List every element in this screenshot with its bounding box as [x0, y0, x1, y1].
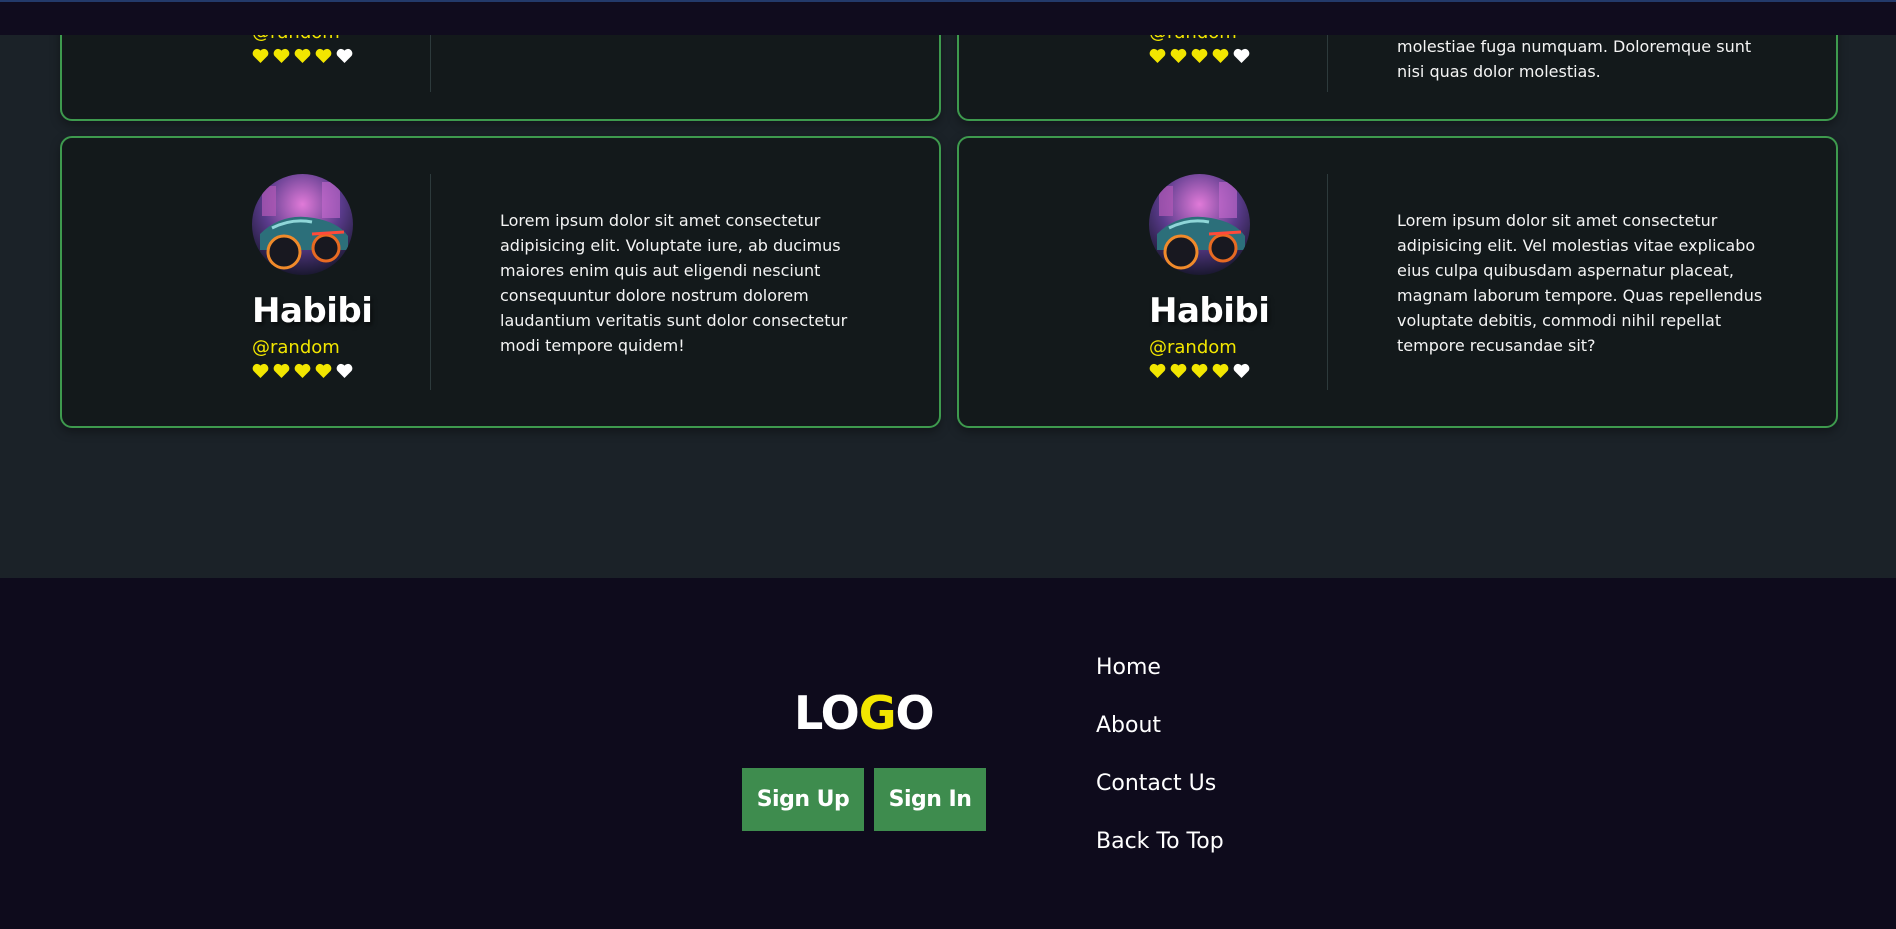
- heart-icon: [252, 363, 269, 378]
- header-bar: [0, 0, 1896, 35]
- footer-nav: Home About Contact Us Back To Top: [1096, 654, 1224, 886]
- heart-icon: [252, 48, 269, 63]
- testimonial-quote: Lorem ipsum dolor sit amet consectetur a…: [1397, 211, 1763, 355]
- rating-hearts: [252, 363, 382, 380]
- heart-icon: [273, 363, 290, 378]
- page: @random @random molestiae fuga numquam. …: [0, 0, 1896, 929]
- heart-icon: [1212, 363, 1229, 378]
- rating-hearts: [1149, 363, 1279, 380]
- heart-icon: [294, 363, 311, 378]
- footer-link-contact-us[interactable]: Contact Us: [1096, 770, 1224, 798]
- avatar: [1149, 174, 1250, 275]
- user-handle: @random: [252, 337, 340, 358]
- heart-icon: [315, 48, 332, 63]
- card-divider: [430, 174, 431, 390]
- heart-icon: [336, 363, 353, 378]
- logo-text-start: LO: [794, 686, 860, 740]
- heart-icon: [294, 48, 311, 63]
- user-name: Habibi: [252, 291, 373, 331]
- heart-icon: [1149, 48, 1166, 63]
- sign-up-button[interactable]: Sign Up: [742, 768, 864, 831]
- footer-logo[interactable]: LOGO: [794, 686, 935, 740]
- heart-icon: [273, 48, 290, 63]
- heart-icon: [1170, 48, 1187, 63]
- footer: LOGO Sign Up Sign In Home About Contact …: [0, 578, 1896, 929]
- footer-link-back-to-top[interactable]: Back To Top: [1096, 828, 1224, 856]
- user-name: Habibi: [1149, 291, 1270, 331]
- heart-icon: [1233, 363, 1250, 378]
- card-divider: [1327, 174, 1328, 390]
- testimonial-profile: Habibi @random: [252, 174, 382, 380]
- heart-icon: [1170, 363, 1187, 378]
- logo-text-end: O: [895, 686, 935, 740]
- heart-icon: [336, 48, 353, 63]
- heart-icon: [1212, 48, 1229, 63]
- rating-hearts: [252, 48, 382, 65]
- heart-icon: [1191, 48, 1208, 63]
- rating-hearts: [1149, 48, 1279, 65]
- avatar: [252, 174, 353, 275]
- testimonial-profile: Habibi @random: [1149, 174, 1279, 380]
- footer-link-home[interactable]: Home: [1096, 654, 1224, 682]
- testimonial-card: Habibi @random Lorem ipsum dolor sit ame…: [957, 136, 1838, 428]
- footer-link-about[interactable]: About: [1096, 712, 1224, 740]
- user-handle: @random: [1149, 337, 1237, 358]
- heart-icon: [1233, 48, 1250, 63]
- heart-icon: [1191, 363, 1208, 378]
- testimonials-section: @random @random molestiae fuga numquam. …: [0, 0, 1896, 578]
- sign-in-button[interactable]: Sign In: [874, 768, 986, 831]
- testimonial-quote: Lorem ipsum dolor sit amet consectetur a…: [500, 211, 848, 355]
- testimonial-card: Habibi @random Lorem ipsum dolor sit ame…: [60, 136, 941, 428]
- heart-icon: [1149, 363, 1166, 378]
- heart-icon: [315, 363, 332, 378]
- testimonial-quote: molestiae fuga numquam. Doloremque sunt …: [1397, 37, 1752, 81]
- logo-text-accent: G: [858, 686, 897, 740]
